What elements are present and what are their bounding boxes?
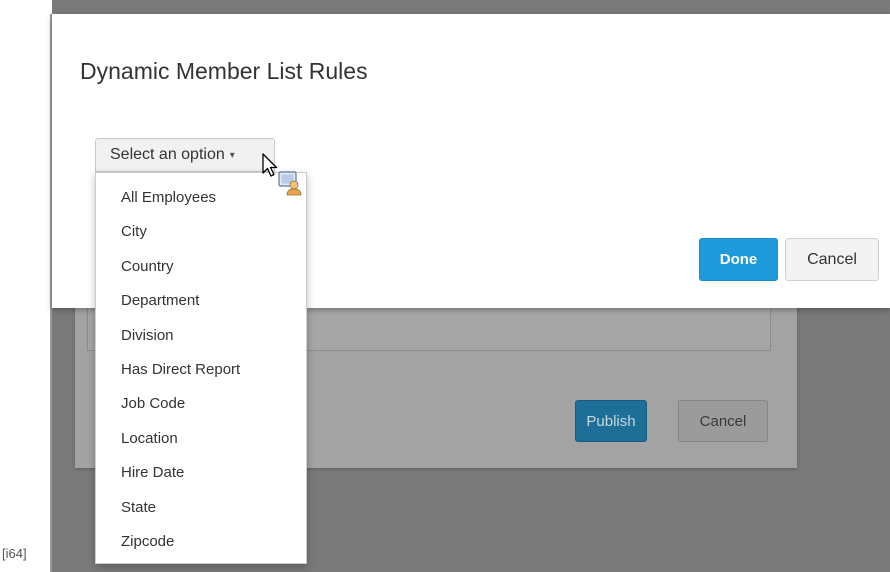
- option-country[interactable]: Country: [96, 250, 306, 284]
- option-all-employees[interactable]: All Employees: [96, 181, 306, 215]
- cancel-button[interactable]: Cancel: [785, 238, 879, 281]
- option-city[interactable]: City: [96, 215, 306, 249]
- figure-caption: [i64]: [2, 546, 27, 561]
- dialog-title: Dynamic Member List Rules: [80, 58, 368, 84]
- option-department[interactable]: Department: [96, 284, 306, 318]
- publish-button[interactable]: Publish: [575, 400, 647, 442]
- page-margin: [0, 0, 50, 572]
- done-button[interactable]: Done: [699, 238, 778, 281]
- option-has-direct-report[interactable]: Has Direct Report: [96, 353, 306, 387]
- option-job-code[interactable]: Job Code: [96, 387, 306, 421]
- option-location[interactable]: Location: [96, 422, 306, 456]
- option-division[interactable]: Division: [96, 319, 306, 353]
- option-state[interactable]: State: [96, 491, 306, 525]
- caret-down-icon: ▾: [229, 149, 235, 161]
- rule-select-dropdown[interactable]: Select an option ▾: [95, 138, 275, 172]
- option-zipcode[interactable]: Zipcode: [96, 525, 306, 559]
- user-card-icon: [278, 171, 302, 196]
- select-label: Select an option: [110, 146, 225, 163]
- option-hire-date[interactable]: Hire Date: [96, 456, 306, 490]
- background-cancel-button[interactable]: Cancel: [678, 400, 768, 442]
- option-dropdown-menu: All Employees City Country Department Di…: [95, 172, 307, 564]
